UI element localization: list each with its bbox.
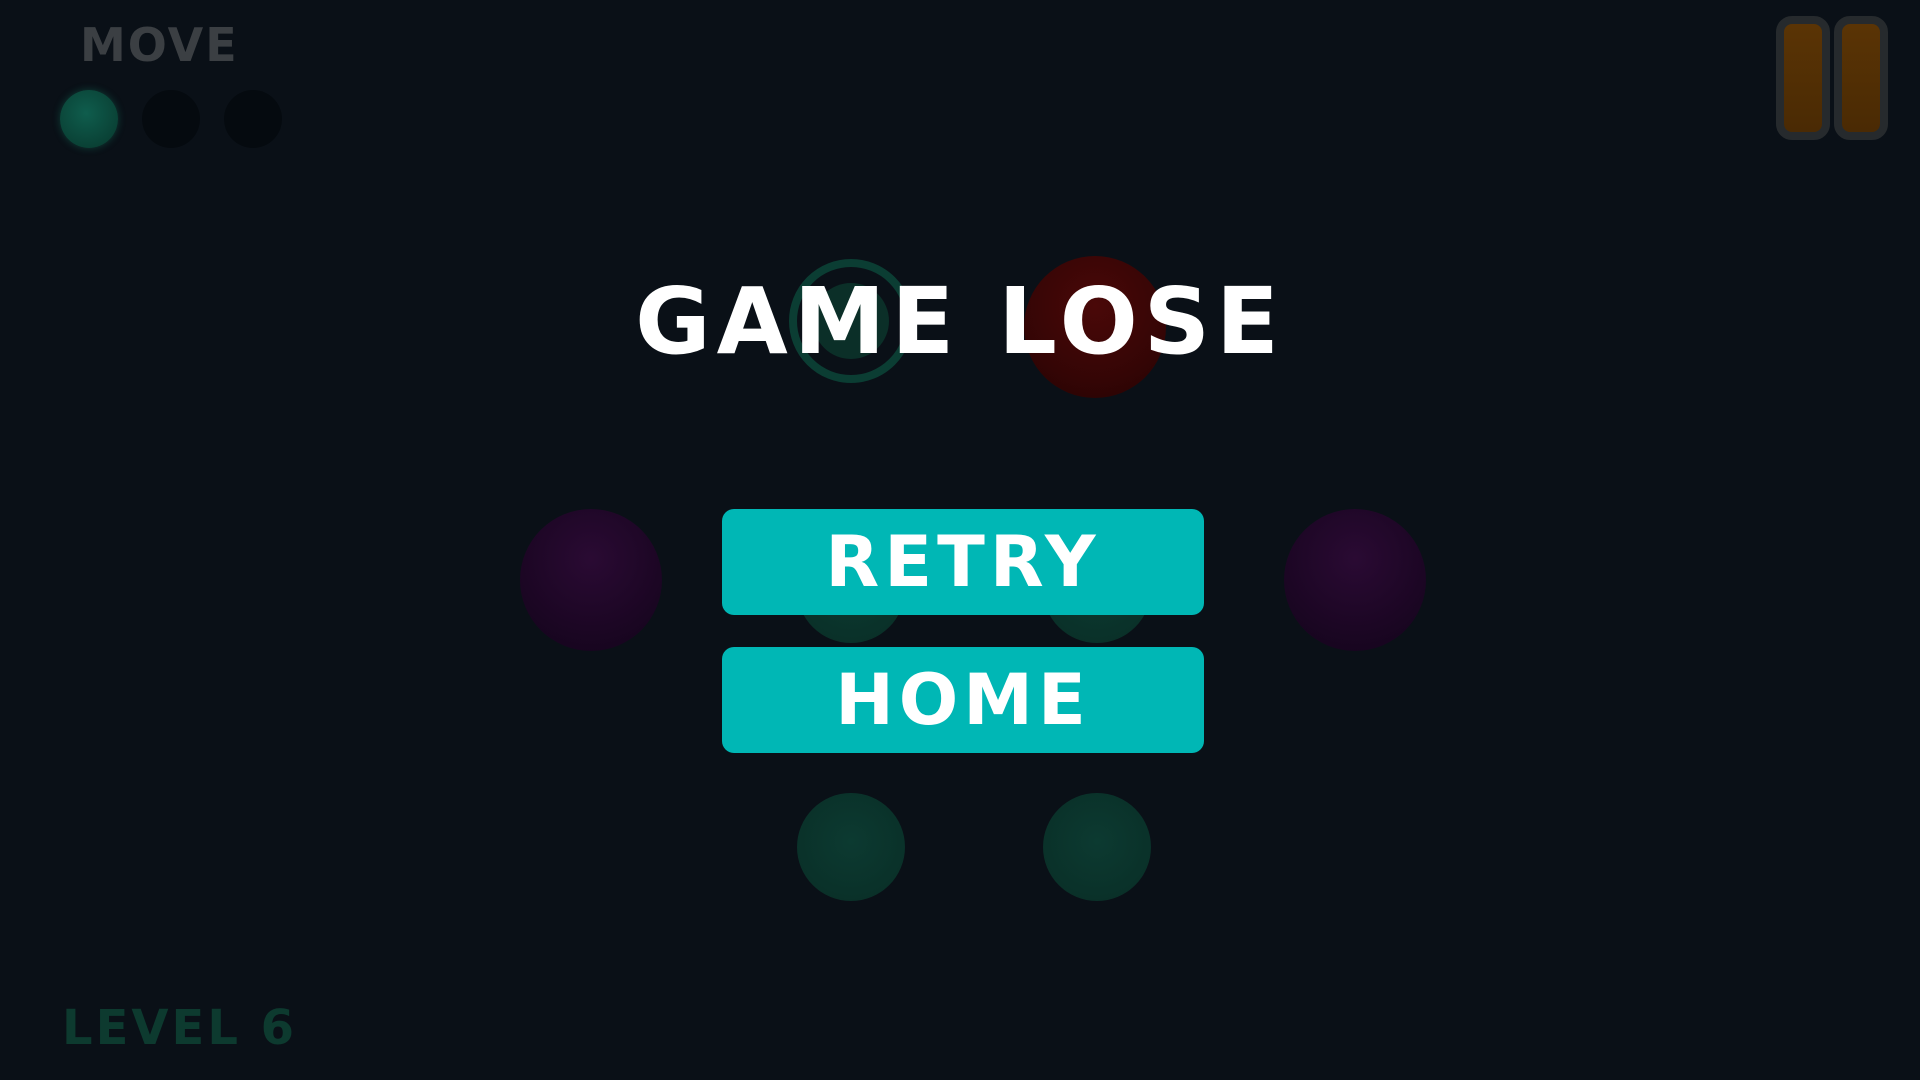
- pause-icon: [1834, 16, 1888, 140]
- retry-button[interactable]: RETRY: [722, 509, 1204, 615]
- retry-button-label: RETRY: [825, 521, 1101, 603]
- pause-button[interactable]: [1776, 16, 1896, 146]
- green-node: [797, 793, 905, 901]
- move-counter: [60, 90, 282, 148]
- level-label: LEVEL 6: [62, 1000, 298, 1056]
- green-node: [1043, 793, 1151, 901]
- home-button[interactable]: HOME: [722, 647, 1204, 753]
- game-lose-title: GAME LOSE: [635, 268, 1285, 375]
- pause-icon: [1776, 16, 1830, 140]
- purple-ball: [1284, 509, 1426, 651]
- purple-ball: [520, 509, 662, 651]
- game-screen: MOVE LEVEL 6 GAME LOSE RETRY HOME: [0, 0, 1920, 1080]
- move-dot: [224, 90, 282, 148]
- move-dot: [142, 90, 200, 148]
- move-dot: [60, 90, 118, 148]
- move-label: MOVE: [80, 18, 239, 72]
- home-button-label: HOME: [835, 659, 1091, 741]
